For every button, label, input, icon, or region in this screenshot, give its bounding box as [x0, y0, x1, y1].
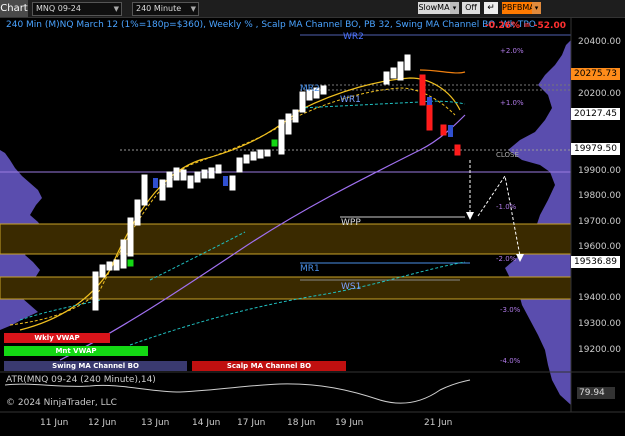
- chart-title: 240 Min (M)NQ March 12 (1%=180p=$360), W…: [6, 20, 536, 30]
- price-tick: 19200.00: [578, 345, 621, 355]
- price-tick: 19900.00: [578, 166, 621, 176]
- wpp-label: WPP: [341, 218, 361, 228]
- pbfbma-dropdown-icon[interactable]: ▾: [532, 2, 541, 14]
- atr-value-tag: 79.94: [577, 387, 615, 399]
- date-tick: 11 Jun: [40, 418, 69, 428]
- pct-label: -4.0%: [500, 357, 521, 365]
- price-tick: 20400.00: [578, 37, 621, 47]
- pct-label: -2.0%: [496, 255, 517, 263]
- pct-label: -1.0%: [496, 203, 517, 211]
- price-tick: 19600.00: [578, 242, 621, 252]
- copyright-text: © 2024 NinjaTrader, LLC: [6, 398, 117, 408]
- instrument-value: MNQ 09-24: [36, 4, 81, 13]
- mr1-label: MR1: [300, 264, 320, 274]
- chevron-down-icon: ▼: [113, 5, 119, 13]
- price-chart-canvas[interactable]: [0, 18, 625, 436]
- price-tick: 19300.00: [578, 319, 621, 329]
- ma-orange-line: [419, 69, 466, 74]
- date-tick: 21 Jun: [424, 418, 453, 428]
- arrow-head-icon: [466, 212, 474, 220]
- wr1-label: WR1: [340, 95, 361, 105]
- slowma-button[interactable]: SlowMA: [418, 2, 450, 14]
- interval-value: 240 Minute: [136, 4, 182, 13]
- date-tick: 13 Jun: [141, 418, 170, 428]
- ws1-label: WS1: [341, 282, 362, 292]
- date-tick: 14 Jun: [192, 418, 221, 428]
- pbfbma-button[interactable]: PBFBMA: [502, 2, 535, 14]
- date-tick: 19 Jun: [335, 418, 364, 428]
- channel-lower-b: [129, 261, 466, 346]
- chart-tab[interactable]: Chart: [0, 0, 28, 17]
- wpp-band: [0, 223, 572, 255]
- candlesticks: [92, 54, 461, 311]
- date-tick: 12 Jun: [88, 418, 117, 428]
- interval-selector[interactable]: 240 Minute ▼: [132, 2, 199, 16]
- price-tag: 19536.89: [571, 256, 620, 268]
- swing-ma-legend: Swing MA Channel BO: [4, 361, 187, 371]
- wkly-vwap-legend: Wkly VWAP: [4, 333, 110, 343]
- mr2-label: MR2: [300, 84, 320, 94]
- instrument-selector[interactable]: MNQ 09-24 ▼: [32, 2, 122, 16]
- enter-key-icon[interactable]: ↵: [484, 2, 498, 14]
- pct-label: +1.0%: [500, 99, 524, 107]
- price-tick: 20200.00: [578, 89, 621, 99]
- chevron-down-icon: ▼: [190, 5, 196, 13]
- wr2-label: WR2: [343, 32, 364, 42]
- pct-label: -3.0%: [500, 306, 521, 314]
- date-tick: 17 Jun: [237, 418, 266, 428]
- date-tick: 18 Jun: [287, 418, 316, 428]
- close-label: CLOSE: [496, 151, 519, 159]
- pnl-readout: -0.26% = -52.00: [485, 21, 566, 31]
- ws1-band: [0, 276, 572, 300]
- off-button[interactable]: Off: [462, 2, 480, 14]
- price-tick: 19800.00: [578, 191, 621, 201]
- price-tick: 19400.00: [578, 293, 621, 303]
- slowma-dropdown-icon[interactable]: ▾: [450, 2, 459, 14]
- price-tag: 19979.50: [571, 143, 620, 155]
- price-tag-orange: 20275.73: [571, 68, 620, 80]
- atr-title: ATR(MNQ 09-24 (240 Minute),14): [6, 375, 156, 385]
- volume-profile-right: [505, 40, 571, 405]
- price-tag: 20127.45: [571, 108, 620, 120]
- scalp-ma-legend: Scalp MA Channel BO: [192, 361, 346, 371]
- pct-label: +2.0%: [500, 47, 524, 55]
- price-tick: 19700.00: [578, 217, 621, 227]
- mnt-vwap-legend: Mnt VWAP: [4, 346, 148, 356]
